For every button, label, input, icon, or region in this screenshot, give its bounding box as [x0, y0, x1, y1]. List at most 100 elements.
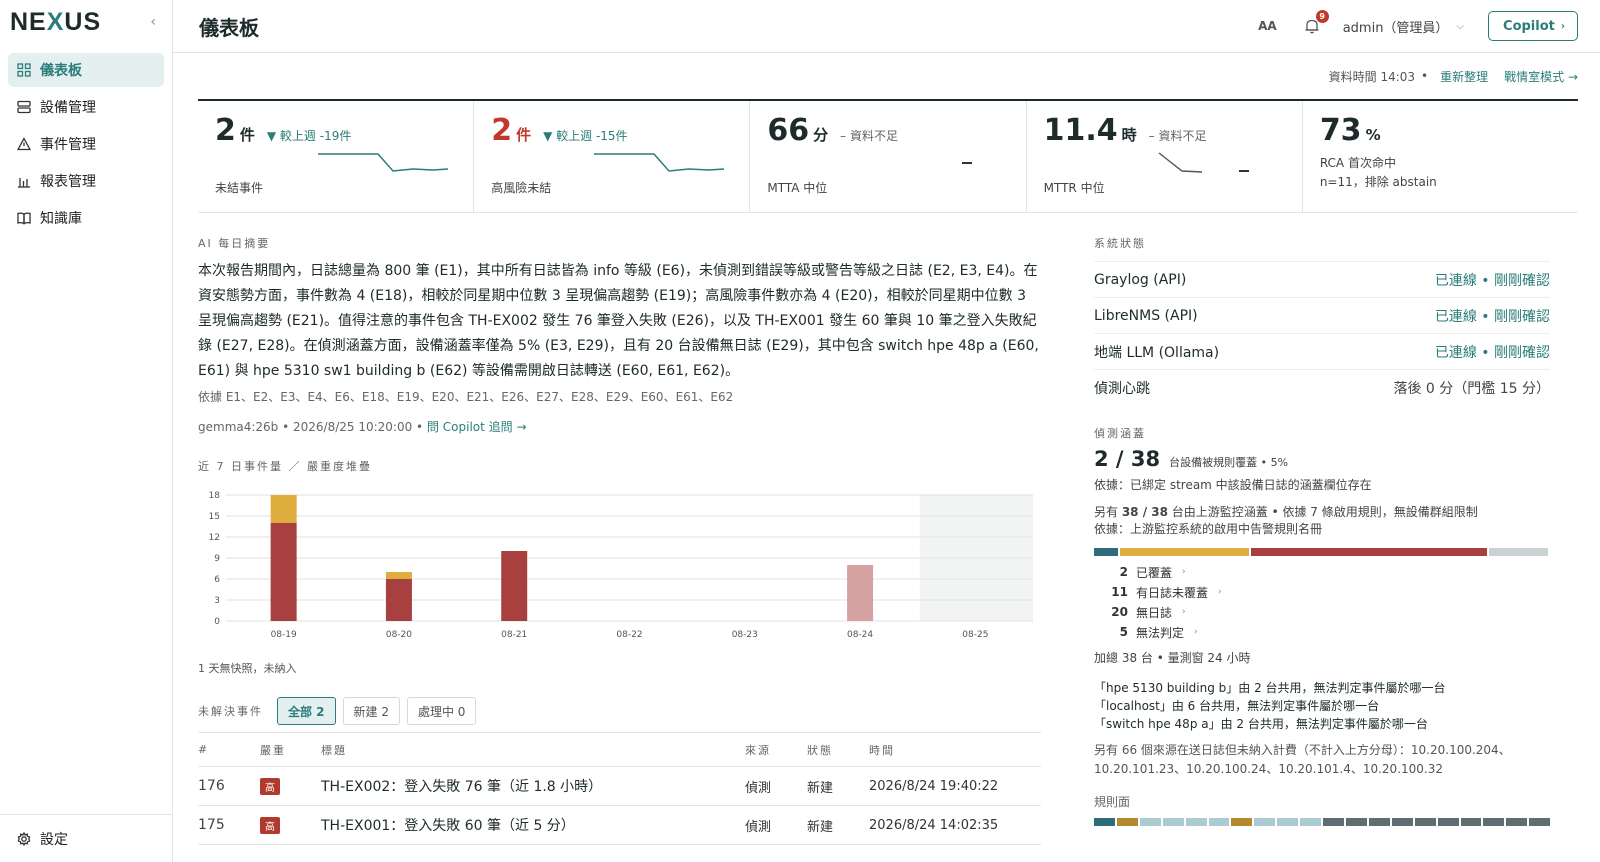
col-source[interactable]: 來源	[745, 732, 807, 767]
rule-cell[interactable]	[1437, 818, 1459, 826]
bar-segment[interactable]	[847, 565, 874, 621]
coverage-bar-segment	[1119, 548, 1250, 556]
y-tick-label: 3	[214, 596, 220, 606]
y-tick-label: 18	[209, 491, 221, 501]
system-status-title: 系統狀態	[1094, 237, 1146, 250]
rule-cell[interactable]	[1162, 818, 1184, 826]
bar-segment[interactable]	[270, 523, 297, 621]
rule-cell[interactable]	[1208, 818, 1230, 826]
kpi-mtta[interactable]: 66 分 – 資料不足 MTTA 中位	[750, 101, 1027, 212]
coverage-ratio: 2 / 38	[1094, 447, 1161, 471]
incident-title[interactable]: TH-EX002：登入失敗 76 筆（近 1.8 小時）	[321, 766, 745, 806]
coverage-title: 偵測涵蓋	[1094, 427, 1146, 440]
gear-icon	[16, 831, 32, 847]
coverage-legend-unknown[interactable]: 5 無法判定 ›	[1094, 622, 1550, 642]
rule-cell[interactable]	[1506, 818, 1528, 826]
rule-cell[interactable]	[1483, 818, 1505, 826]
bar-segment[interactable]	[385, 579, 412, 621]
sidebar-item-incidents[interactable]: 事件管理	[8, 127, 164, 161]
rule-cell[interactable]	[1414, 818, 1436, 826]
rule-cell[interactable]	[1345, 818, 1367, 826]
bar-segment[interactable]	[270, 495, 297, 523]
sidebar-item-knowledge[interactable]: 知識庫	[8, 201, 164, 235]
rule-cell[interactable]	[1139, 818, 1161, 826]
grid-icon	[16, 62, 32, 78]
rule-cell[interactable]	[1094, 818, 1115, 826]
filter-all[interactable]: 全部 2	[277, 697, 336, 725]
kpi-open-incidents[interactable]: 2 件 ▼ 較上週 -19件 未結事件	[198, 101, 475, 212]
sidebar-item-settings[interactable]: 設定	[0, 814, 172, 862]
kpi-value: 2	[215, 113, 236, 148]
kpi-unit: 件	[239, 126, 255, 144]
ask-copilot-link[interactable]: 問 Copilot 追問 →	[427, 420, 527, 434]
rule-cell[interactable]	[1368, 818, 1390, 826]
kpi-value: 66	[767, 113, 810, 148]
unmeasured-sources: 另有 66 個來源在送日誌但未納入計費（不計入上方分母）：10.20.100.2…	[1094, 743, 1511, 776]
coverage-summary: 2 / 38 台設備被規則覆蓋 • 5%	[1094, 447, 1550, 471]
sidebar-item-dashboard[interactable]: 儀表板	[8, 53, 164, 87]
bar-segment[interactable]	[501, 551, 528, 621]
shared-host-line: 「switch hpe 48p a」由 2 台共用，無法判定事件屬於哪一台	[1094, 717, 1428, 731]
rule-cell[interactable]	[1116, 818, 1138, 826]
rule-cell[interactable]	[1323, 818, 1344, 826]
war-room-link[interactable]: 戰情室模式 →	[1504, 68, 1578, 85]
collapse-sidebar-icon[interactable]: ‹	[150, 14, 156, 30]
app-logo[interactable]: NEXUS	[10, 8, 101, 37]
table-row[interactable]: 176 高 TH-EX002：登入失敗 76 筆（近 1.8 小時） 偵測 新建…	[198, 766, 1041, 806]
rule-cell[interactable]	[1529, 818, 1551, 826]
bar-segment[interactable]	[385, 572, 412, 579]
user-menu[interactable]: admin（管理員） ⌵	[1343, 17, 1464, 36]
coverage-legend-uncovered[interactable]: 11 有日誌未覆蓋 ›	[1094, 582, 1550, 602]
sidebar-item-devices[interactable]: 設備管理	[8, 90, 164, 124]
chevron-right-icon: ›	[1182, 567, 1186, 577]
filter-in-progress[interactable]: 處理中 0	[406, 697, 477, 725]
col-severity[interactable]: 嚴重	[260, 732, 321, 767]
kpi-label: MTTR 中位	[1043, 181, 1105, 195]
sparkline	[962, 162, 973, 164]
rule-cell[interactable]	[1231, 818, 1253, 826]
kpi-unit: %	[1365, 126, 1381, 144]
kpi-unit: 分	[813, 126, 829, 144]
x-tick-label: 08-20	[386, 630, 412, 640]
rule-cell[interactable]	[1185, 818, 1207, 826]
system-status[interactable]: 已連線 • 剛剛確認	[1435, 342, 1550, 362]
rule-cell[interactable]	[1300, 818, 1322, 826]
rule-cell[interactable]	[1277, 818, 1299, 826]
system-name: LibreNMS (API)	[1094, 307, 1198, 324]
settings-label: 設定	[40, 831, 68, 848]
rule-cell[interactable]	[1254, 818, 1276, 826]
sidebar-item-reports[interactable]: 報表管理	[8, 164, 164, 198]
kpi-mttr[interactable]: 11.4 時 – 資料不足 MTTR 中位	[1027, 101, 1303, 212]
chevron-right-icon: ›	[1194, 627, 1198, 637]
logo-row: NEXUS ‹	[0, 0, 172, 44]
y-tick-label: 15	[209, 512, 220, 522]
notifications-button[interactable]: 9	[1303, 10, 1329, 35]
x-tick-label: 08-19	[271, 630, 297, 640]
coverage-legend-no-log[interactable]: 20 無日誌 ›	[1094, 602, 1550, 622]
col-status[interactable]: 狀態	[807, 732, 869, 767]
summary-basis: 依據 E1、E2、E3、E4、E6、E18、E19、E20、E21、E26、E2…	[198, 390, 734, 404]
rule-cell[interactable]	[1460, 818, 1482, 826]
table-row[interactable]: 175 高 TH-EX001：登入失敗 60 筆（近 5 分） 偵測 新建 20…	[198, 805, 1041, 845]
font-size-toggle[interactable]: AA	[1258, 19, 1277, 33]
system-row-llm: 地端 LLM (Ollama) 已連線 • 剛剛確認	[1094, 333, 1550, 369]
system-status[interactable]: 已連線 • 剛剛確認	[1435, 270, 1550, 290]
refresh-link[interactable]: 重新整理	[1440, 68, 1488, 85]
events-bar-chart: 0 3 6 9 12 15 18 08-19 08-20 08-21 08-22 08-23 08-24…	[209, 491, 1033, 640]
kpi-high-risk[interactable]: 2 件 ▼ 較上週 -15件 高風險未結	[474, 101, 751, 212]
coverage-legend-covered[interactable]: 2 已覆蓋 ›	[1094, 562, 1550, 582]
copilot-button[interactable]: Copilot ›	[1488, 11, 1578, 41]
rule-cell[interactable]	[1391, 818, 1413, 826]
left-column: AI 每日摘要 本次報告期間內，日誌總量為 800 筆 (E1)，其中所有日誌皆…	[198, 213, 1041, 845]
kpi-row: 2 件 ▼ 較上週 -19件 未結事件 2 件 ▼ 較上週 -15件 高風險未結 66 分…	[198, 101, 1578, 213]
system-status[interactable]: 已連線 • 剛剛確認	[1435, 306, 1550, 326]
system-name: 偵測心跳	[1094, 380, 1150, 397]
col-id[interactable]: #	[198, 732, 260, 767]
col-time[interactable]: 時間	[869, 732, 1041, 767]
col-title[interactable]: 標題	[321, 732, 745, 767]
copilot-label: Copilot	[1503, 18, 1555, 34]
severity-badge: 高	[260, 816, 280, 834]
kpi-rca[interactable]: 73% RCA 首次命中 n=11，排除 abstain	[1303, 101, 1578, 212]
incident-title[interactable]: TH-EX001：登入失敗 60 筆（近 5 分）	[321, 805, 745, 845]
filter-new[interactable]: 新建 2	[342, 697, 400, 725]
